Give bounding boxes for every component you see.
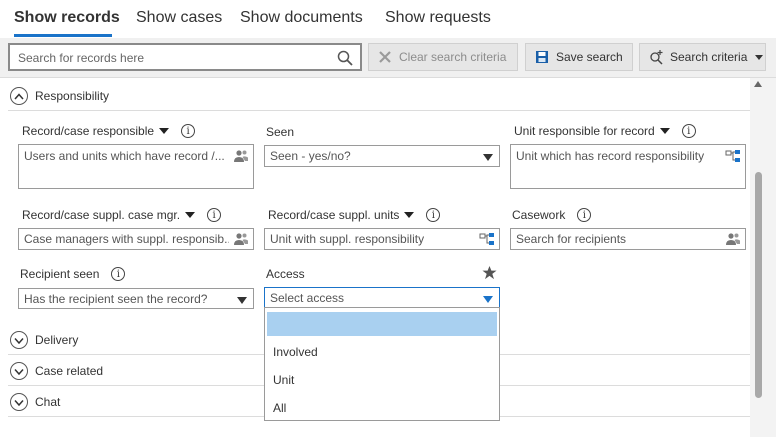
access-option-involved[interactable]: Involved bbox=[265, 345, 499, 359]
tab-show-documents[interactable]: Show documents bbox=[240, 9, 363, 27]
save-icon bbox=[536, 51, 548, 63]
tab-bar: Show records Show cases Show documents S… bbox=[0, 0, 776, 38]
info-icon[interactable]: i bbox=[681, 124, 696, 138]
unit-responsible-field[interactable]: Unit which has record responsibility bbox=[510, 144, 746, 189]
section-responsibility-label: Responsibility bbox=[35, 89, 110, 103]
casework-placeholder: Search for recipients bbox=[516, 232, 627, 246]
vertical-scrollbar[interactable] bbox=[750, 78, 776, 437]
suppl-units-field[interactable]: Unit with suppl. responsibility bbox=[264, 228, 500, 250]
caret-down-icon[interactable] bbox=[404, 212, 415, 218]
access-select[interactable]: Select access bbox=[264, 287, 500, 309]
unit-responsible-placeholder: Unit which has record responsibility bbox=[516, 149, 705, 163]
search-criteria-button[interactable]: Search criteria bbox=[639, 43, 766, 71]
info-icon[interactable]: i bbox=[207, 208, 222, 222]
org-structure-icon[interactable] bbox=[479, 232, 495, 246]
seen-placeholder: Seen - yes/no? bbox=[270, 149, 351, 163]
unit-responsible-label[interactable]: Unit responsible for record i bbox=[514, 124, 696, 138]
record-case-responsible-field[interactable]: Users and units which have record /... bbox=[18, 144, 254, 189]
search-add-icon bbox=[650, 50, 663, 65]
users-icon[interactable] bbox=[233, 232, 249, 246]
star-icon[interactable] bbox=[482, 265, 497, 280]
chevron-down-icon bbox=[10, 362, 28, 380]
suppl-case-mgr-field[interactable]: Case managers with suppl. responsib... bbox=[18, 228, 254, 250]
save-search-label: Save search bbox=[556, 50, 623, 64]
recipient-seen-placeholder: Has the recipient seen the record? bbox=[24, 292, 208, 306]
section-case-related[interactable]: Case related bbox=[10, 362, 103, 380]
access-option-all[interactable]: All bbox=[265, 401, 499, 415]
chevron-down-icon bbox=[483, 154, 493, 161]
org-structure-icon[interactable] bbox=[725, 149, 741, 163]
section-responsibility[interactable]: Responsibility bbox=[10, 87, 109, 105]
recipient-seen-label: Recipient seen i bbox=[20, 267, 126, 281]
access-dropdown-list: Involved Unit All bbox=[264, 307, 500, 421]
tab-show-requests[interactable]: Show requests bbox=[385, 9, 491, 27]
access-label: Access bbox=[266, 267, 305, 281]
recipient-seen-select[interactable]: Has the recipient seen the record? bbox=[18, 288, 254, 309]
tab-show-records[interactable]: Show records bbox=[14, 9, 120, 27]
seen-select[interactable]: Seen - yes/no? bbox=[264, 145, 500, 167]
casework-field[interactable]: Search for recipients bbox=[510, 228, 746, 250]
section-case-related-label: Case related bbox=[35, 364, 104, 378]
caret-down-icon[interactable] bbox=[659, 128, 670, 134]
toolbar: Clear search criteria Save search Search… bbox=[0, 38, 776, 78]
unit-responsible-text: Unit responsible for record bbox=[514, 124, 655, 138]
chevron-down-icon bbox=[10, 393, 28, 411]
info-icon[interactable]: i bbox=[426, 208, 441, 222]
scrollbar-thumb[interactable] bbox=[755, 172, 762, 398]
search-icon[interactable] bbox=[336, 49, 354, 67]
recipient-seen-text: Recipient seen bbox=[20, 267, 100, 281]
chevron-down-icon bbox=[483, 296, 493, 303]
users-icon[interactable] bbox=[725, 232, 741, 246]
suppl-units-text: Record/case suppl. units bbox=[268, 208, 400, 222]
section-chat[interactable]: Chat bbox=[10, 393, 60, 411]
search-criteria-label: Search criteria bbox=[670, 50, 748, 64]
info-icon[interactable]: i bbox=[577, 208, 592, 222]
chevron-down-icon bbox=[237, 297, 247, 304]
record-case-responsible-label[interactable]: Record/case responsible i bbox=[22, 124, 196, 138]
chevron-down-icon bbox=[755, 54, 764, 60]
info-icon[interactable]: i bbox=[181, 124, 196, 138]
tab-show-cases[interactable]: Show cases bbox=[136, 9, 222, 27]
search-box bbox=[8, 43, 362, 71]
section-delivery[interactable]: Delivery bbox=[10, 331, 78, 349]
access-placeholder: Select access bbox=[270, 291, 345, 305]
section-delivery-label: Delivery bbox=[35, 333, 79, 347]
save-search-button[interactable]: Save search bbox=[525, 43, 633, 71]
suppl-case-mgr-placeholder: Case managers with suppl. responsib... bbox=[24, 232, 229, 246]
casework-text: Casework bbox=[512, 208, 566, 222]
search-input[interactable] bbox=[18, 49, 328, 67]
clear-search-label: Clear search criteria bbox=[399, 50, 507, 64]
clear-search-button[interactable]: Clear search criteria bbox=[368, 43, 518, 71]
section-chat-label: Chat bbox=[35, 395, 61, 409]
clear-icon bbox=[379, 51, 391, 63]
users-icon[interactable] bbox=[233, 149, 249, 163]
chevron-down-icon bbox=[10, 331, 28, 349]
suppl-units-placeholder: Unit with suppl. responsibility bbox=[270, 232, 425, 246]
suppl-case-mgr-text: Record/case suppl. case mgr. bbox=[22, 208, 181, 222]
record-case-responsible-placeholder: Users and units which have record /... bbox=[24, 149, 225, 163]
access-option-unit[interactable]: Unit bbox=[265, 373, 499, 387]
caret-down-icon[interactable] bbox=[185, 212, 196, 218]
caret-down-icon[interactable] bbox=[159, 128, 170, 134]
chevron-up-icon bbox=[10, 87, 28, 105]
divider bbox=[8, 110, 750, 111]
casework-label[interactable]: Casework i bbox=[512, 208, 592, 222]
access-option-empty[interactable] bbox=[267, 312, 497, 336]
suppl-case-mgr-label[interactable]: Record/case suppl. case mgr. i bbox=[22, 208, 222, 222]
active-tab-indicator bbox=[14, 34, 112, 37]
info-icon[interactable]: i bbox=[111, 267, 126, 281]
scroll-up-arrow-icon[interactable] bbox=[754, 81, 762, 87]
seen-label: Seen bbox=[266, 125, 295, 139]
suppl-units-label[interactable]: Record/case suppl. units i bbox=[268, 208, 441, 222]
record-case-responsible-text: Record/case responsible bbox=[22, 124, 155, 138]
